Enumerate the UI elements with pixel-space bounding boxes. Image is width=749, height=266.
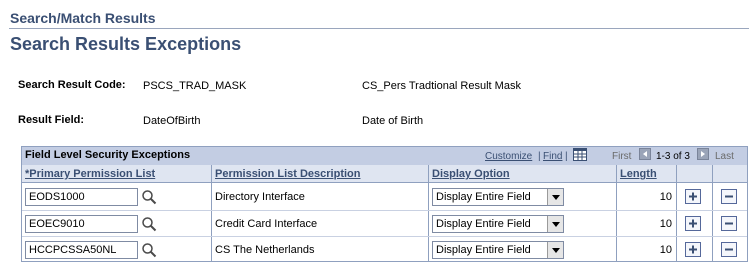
search-result-code-label: Search Result Code: <box>18 79 126 91</box>
grid-nav-separator-2: | <box>565 151 568 162</box>
result-field-description: Date of Birth <box>362 115 424 127</box>
header-divider <box>9 28 749 29</box>
display-option-select[interactable]: Display Entire Field <box>432 188 564 206</box>
search-result-code-value: PSCS_TRAD_MASK <box>143 80 247 92</box>
column-primary-permission-list[interactable]: *Primary Permission List <box>25 168 155 180</box>
grid-nav-separator: | <box>538 151 541 162</box>
grid-title: Field Level Security Exceptions <box>25 149 191 161</box>
minus-icon[interactable] <box>721 216 737 231</box>
customize-link[interactable]: Customize <box>485 151 532 162</box>
table-row: CS The Netherlands Display Entire Field … <box>22 236 747 262</box>
plus-icon[interactable] <box>685 189 701 204</box>
magnifier-icon[interactable] <box>141 189 157 205</box>
display-option-value: Display Entire Field <box>436 191 531 203</box>
column-permission-list-description[interactable]: Permission List Description <box>215 168 360 180</box>
arrow-left-icon[interactable] <box>639 148 651 160</box>
display-option-value: Display Entire Field <box>436 218 531 230</box>
find-link[interactable]: Find <box>543 151 562 162</box>
minus-icon[interactable] <box>721 242 737 257</box>
page-title: Search Results Exceptions <box>10 34 242 54</box>
primary-permission-list-input[interactable] <box>25 241 138 259</box>
plus-icon[interactable] <box>685 242 701 257</box>
magnifier-icon[interactable] <box>141 216 157 232</box>
permission-list-description: Credit Card Interface <box>215 218 318 230</box>
arrow-right-icon[interactable] <box>697 148 709 160</box>
first-link[interactable]: First <box>612 151 631 162</box>
column-display-option[interactable]: Display Option <box>432 168 510 180</box>
display-option-value: Display Entire Field <box>436 244 531 256</box>
magnifier-icon[interactable] <box>141 242 157 258</box>
display-option-select[interactable]: Display Entire Field <box>432 241 564 259</box>
breadcrumb: Search/Match Results <box>10 10 156 26</box>
primary-permission-list-input[interactable] <box>25 215 138 233</box>
display-option-select[interactable]: Display Entire Field <box>432 215 564 233</box>
result-field-value: DateOfBirth <box>143 115 201 127</box>
minus-icon[interactable] <box>721 189 737 204</box>
permission-list-description: CS The Netherlands <box>215 244 315 256</box>
chevron-down-icon[interactable] <box>547 242 563 258</box>
column-header-row: *Primary Permission List Permission List… <box>22 165 747 183</box>
permission-list-description: Directory Interface <box>215 191 305 203</box>
length-value: 10 <box>659 218 672 230</box>
length-value: 10 <box>659 191 672 203</box>
plus-icon[interactable] <box>685 216 701 231</box>
security-exceptions-grid: Field Level Security Exceptions Customiz… <box>21 146 748 262</box>
chevron-down-icon[interactable] <box>547 189 563 205</box>
search-result-code-description: CS_Pers Tradtional Result Mask <box>362 80 521 92</box>
length-value: 10 <box>659 244 672 256</box>
last-link[interactable]: Last <box>715 151 734 162</box>
result-field-label: Result Field: <box>18 114 85 126</box>
grid-header: Field Level Security Exceptions Customiz… <box>22 147 747 165</box>
column-length[interactable]: Length <box>620 168 657 180</box>
table-row: Directory Interface Display Entire Field… <box>22 184 747 210</box>
row-range: 1-3 of 3 <box>656 151 690 162</box>
primary-permission-list-input[interactable] <box>25 188 138 206</box>
table-row: Credit Card Interface Display Entire Fie… <box>22 210 747 236</box>
grid-download-icon[interactable] <box>573 148 587 161</box>
chevron-down-icon[interactable] <box>547 216 563 232</box>
